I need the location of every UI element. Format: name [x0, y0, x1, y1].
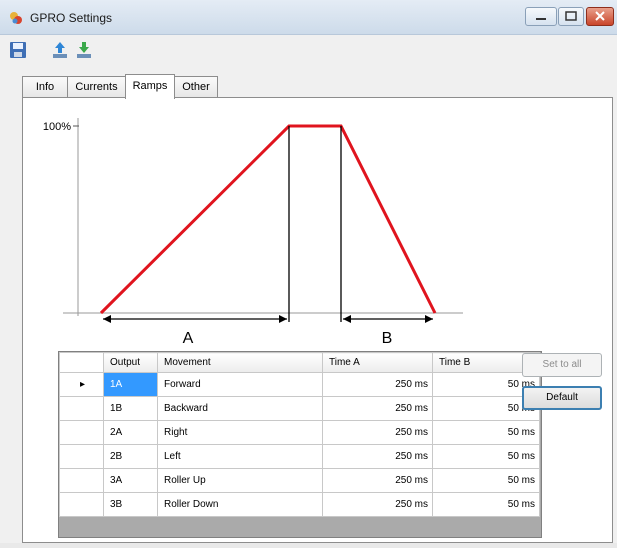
segment-a-label: A [183, 330, 194, 347]
segment-a-arrow-right [279, 315, 287, 323]
segment-a-arrow-left [103, 315, 111, 323]
cell-movement[interactable]: Right [157, 420, 323, 445]
segment-b-label: B [382, 330, 393, 347]
download-icon [77, 42, 91, 58]
cell-time-a[interactable]: 250 ms [322, 492, 433, 517]
row-header[interactable] [59, 396, 104, 421]
save-icon [10, 42, 26, 58]
cell-output[interactable]: 2B [103, 444, 158, 469]
app-icon [10, 12, 22, 24]
cell-output[interactable]: 3B [103, 492, 158, 517]
upload-icon [53, 42, 67, 58]
cell-time-b[interactable]: 50 ms [432, 444, 540, 469]
segment-b-arrow-left [343, 315, 351, 323]
table-row[interactable]: 3B Roller Down 250 ms 50 ms [59, 492, 540, 517]
cell-time-b[interactable]: 50 ms [432, 468, 540, 493]
maximize-icon [565, 11, 577, 21]
cell-time-a[interactable]: 250 ms [322, 372, 433, 397]
cell-time-a[interactable]: 250 ms [322, 444, 433, 469]
row-header-corner [59, 352, 104, 373]
cell-movement[interactable]: Backward [157, 396, 323, 421]
toolbar [0, 35, 617, 65]
cell-time-b[interactable]: 50 ms [432, 420, 540, 445]
cell-output[interactable]: 1A [103, 372, 158, 397]
y-max-label: 100% [43, 121, 71, 133]
table-row[interactable]: 3A Roller Up 250 ms 50 ms [59, 468, 540, 493]
row-header[interactable] [59, 492, 104, 517]
table-row[interactable]: 1B Backward 250 ms 50 ms [59, 396, 540, 421]
cell-time-a[interactable]: 250 ms [322, 396, 433, 421]
cell-output[interactable]: 2A [103, 420, 158, 445]
cell-time-b[interactable]: 50 ms [432, 492, 540, 517]
title-bar: GPRO Settings [0, 0, 617, 35]
ramp-curve [99, 124, 437, 315]
ramps-grid: Output Movement Time A Time B ▸ 1A Forwa… [58, 351, 542, 538]
cell-time-a[interactable]: 250 ms [322, 420, 433, 445]
header-row: Output Movement Time A Time B [59, 352, 540, 373]
current-row-marker[interactable]: ▸ [59, 372, 104, 397]
save-button[interactable] [8, 40, 28, 60]
ramps-table: Output Movement Time A Time B ▸ 1A Forwa… [59, 352, 540, 517]
column-header-time-a[interactable]: Time A [322, 352, 433, 373]
horizontal-scrollbar[interactable] [59, 526, 541, 537]
window-title: GPRO Settings [30, 11, 113, 25]
cell-movement[interactable]: Left [157, 444, 323, 469]
download-button[interactable] [74, 40, 94, 60]
cell-output[interactable]: 1B [103, 396, 158, 421]
ramp-diagram: 100% A B [43, 118, 463, 347]
table-row[interactable]: ▸ 1A Forward 250 ms 50 ms [59, 372, 540, 397]
minimize-button[interactable] [525, 7, 557, 26]
cell-movement[interactable]: Roller Down [157, 492, 323, 517]
default-button[interactable]: Default [522, 386, 602, 410]
set-to-all-button[interactable]: Set to all [522, 353, 602, 377]
tab-currents[interactable]: Currents [67, 76, 126, 98]
tab-info[interactable]: Info [22, 76, 68, 98]
tab-ramps[interactable]: Ramps [125, 74, 175, 99]
table-row[interactable]: 2B Left 250 ms 50 ms [59, 444, 540, 469]
cell-movement[interactable]: Roller Up [157, 468, 323, 493]
row-header[interactable] [59, 468, 104, 493]
cell-output[interactable]: 3A [103, 468, 158, 493]
maximize-button[interactable] [558, 7, 584, 26]
column-header-output[interactable]: Output [103, 352, 158, 373]
close-icon [595, 11, 605, 21]
window-bottom-edge [0, 543, 617, 548]
upload-button[interactable] [50, 40, 70, 60]
row-header[interactable] [59, 420, 104, 445]
ramps-panel: 100% A B Output Movement Time A Time B ▸… [22, 97, 613, 543]
tab-other[interactable]: Other [174, 76, 218, 98]
table-row[interactable]: 2A Right 250 ms 50 ms [59, 420, 540, 445]
segment-b-arrow-right [425, 315, 433, 323]
close-button[interactable] [586, 7, 614, 26]
cell-movement[interactable]: Forward [157, 372, 323, 397]
cell-time-a[interactable]: 250 ms [322, 468, 433, 493]
minimize-icon [536, 18, 546, 20]
column-header-movement[interactable]: Movement [157, 352, 323, 373]
row-header[interactable] [59, 444, 104, 469]
